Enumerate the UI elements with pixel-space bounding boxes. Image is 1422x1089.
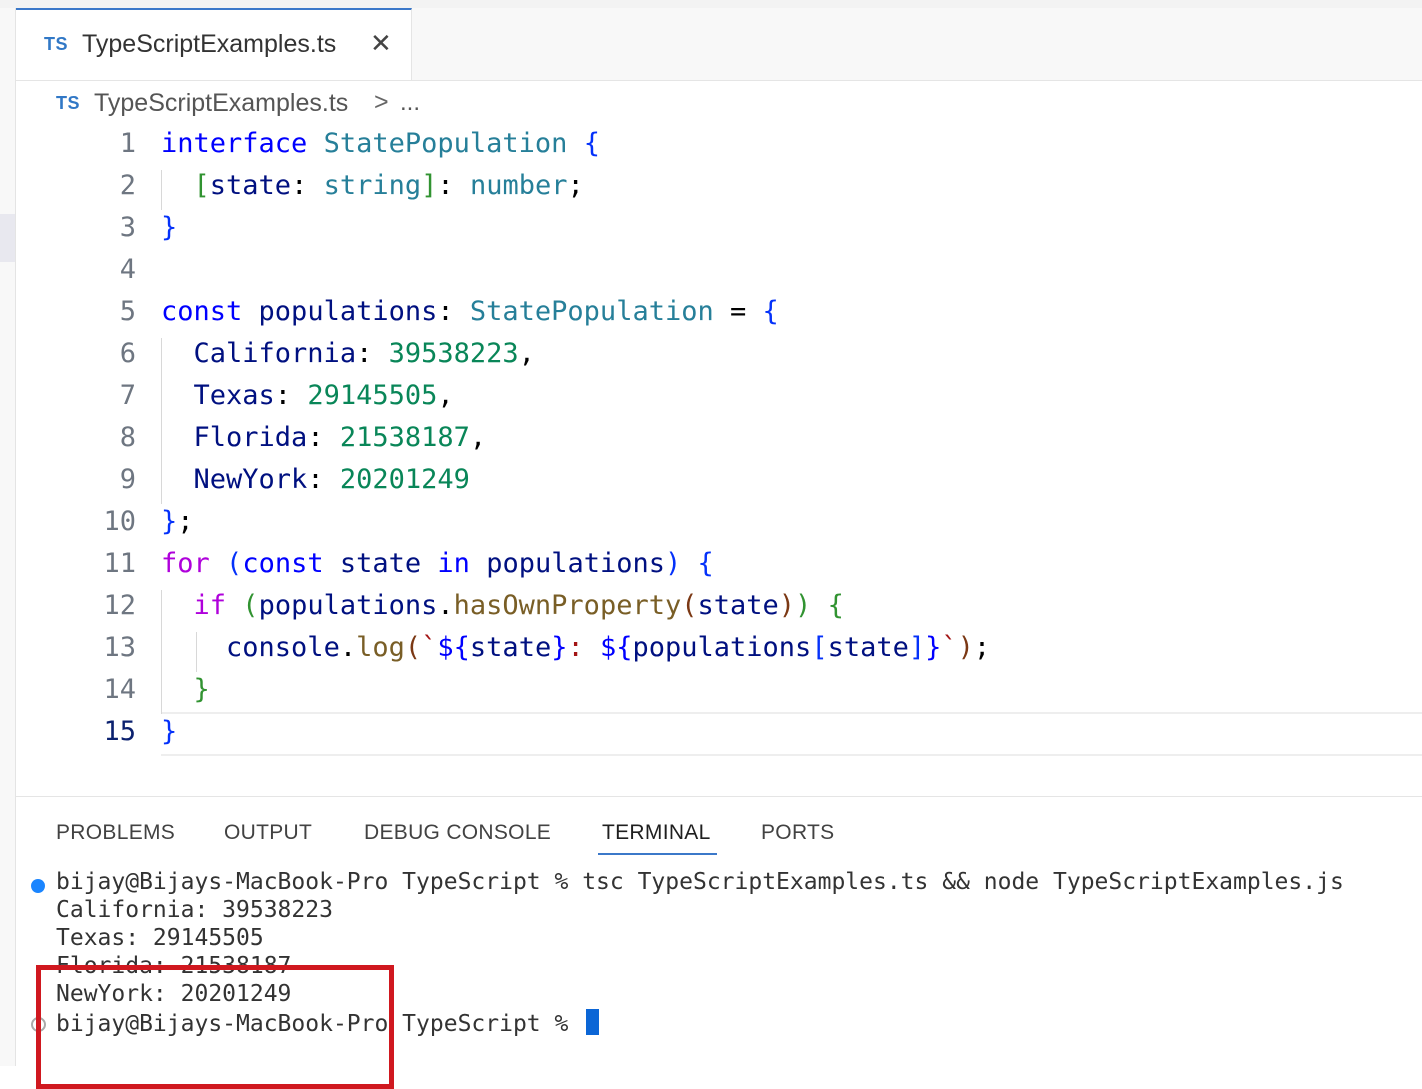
line-number: 9	[119, 464, 136, 495]
code-editor[interactable]: 1 interface StatePopulation { 2 [state: …	[16, 124, 1422, 764]
line-number: 8	[119, 422, 136, 453]
line-number: 4	[119, 254, 136, 285]
bottom-panel: PROBLEMS OUTPUT DEBUG CONSOLE TERMINAL P…	[16, 796, 1422, 1089]
typescript-file-icon: TS	[44, 34, 69, 54]
code-text: Texas: 29145505,	[193, 380, 454, 411]
code-text: NewYork: 20201249	[193, 464, 470, 495]
active-tab-indicator	[598, 853, 717, 855]
line-number: 7	[119, 380, 136, 411]
tab-typescriptexamples[interactable]: TS TypeScriptExamples.ts ✕	[16, 8, 412, 80]
tab-debug-console[interactable]: DEBUG CONSOLE	[364, 821, 551, 845]
line-number: 5	[119, 296, 136, 327]
line-number: 11	[103, 548, 136, 579]
code-line: 11 for (const state in populations) {	[16, 544, 1422, 586]
line-number: 12	[103, 590, 136, 621]
terminal-cursor	[586, 1009, 600, 1035]
code-text: console.log(`${state}: ${populations[sta…	[226, 632, 991, 663]
code-line: 5 const populations: StatePopulation = {	[16, 292, 1422, 334]
code-line: 14 }	[16, 670, 1422, 712]
code-line: 3 }	[16, 208, 1422, 250]
line-number: 6	[119, 338, 136, 369]
code-text: }	[193, 674, 210, 705]
line-number: 1	[119, 128, 136, 159]
tab-ports[interactable]: PORTS	[761, 821, 834, 845]
code-line: 4	[16, 250, 1422, 292]
chevron-right-icon: >	[374, 88, 389, 116]
code-text: [state: string]: number;	[193, 170, 584, 201]
tab-output[interactable]: OUTPUT	[224, 821, 312, 845]
tab-title: TypeScriptExamples.ts	[82, 30, 337, 58]
annotation-highlight-box	[36, 965, 394, 1089]
code-text: interface StatePopulation {	[161, 128, 600, 159]
line-number: 14	[103, 674, 136, 705]
gutter-marker	[0, 214, 15, 262]
code-text: if (populations.hasOwnProperty(state)) {	[193, 590, 844, 621]
code-line: 1 interface StatePopulation {	[16, 124, 1422, 166]
tab-terminal[interactable]: TERMINAL	[602, 821, 711, 845]
line-number: 15	[103, 716, 136, 747]
code-text: California: 39538223,	[193, 338, 535, 369]
code-line: 10 };	[16, 502, 1422, 544]
code-text: const populations: StatePopulation = {	[161, 296, 779, 327]
line-number: 2	[119, 170, 136, 201]
code-line: 6 California: 39538223,	[16, 334, 1422, 376]
command-success-dot-icon	[31, 879, 45, 893]
breadcrumb-file[interactable]: TypeScriptExamples.ts	[94, 89, 348, 118]
terminal-output-line: Texas: 29145505	[56, 925, 264, 951]
close-icon[interactable]: ✕	[370, 28, 392, 59]
terminal-command-line: bijay@Bijays-MacBook-Pro TypeScript % ts…	[56, 869, 1344, 895]
typescript-file-icon: TS	[56, 93, 81, 113]
tab-problems[interactable]: PROBLEMS	[56, 821, 175, 845]
code-line: 8 Florida: 21538187,	[16, 418, 1422, 460]
code-text: };	[161, 506, 194, 537]
activity-gutter	[0, 8, 16, 1066]
editor-tab-bar: TS TypeScriptExamples.ts ✕	[16, 8, 1422, 81]
code-line: 7 Texas: 29145505,	[16, 376, 1422, 418]
code-line: 9 NewYork: 20201249	[16, 460, 1422, 502]
code-text: for (const state in populations) {	[161, 548, 714, 579]
terminal-output[interactable]: bijay@Bijays-MacBook-Pro TypeScript % ts…	[16, 869, 1422, 1089]
code-text: Florida: 21538187,	[193, 422, 487, 453]
code-line: 12 if (populations.hasOwnProperty(state)…	[16, 586, 1422, 628]
line-number: 10	[103, 506, 136, 537]
code-text: }	[161, 716, 178, 747]
code-text: }	[161, 212, 178, 243]
breadcrumb-symbols[interactable]: ...	[400, 89, 420, 117]
code-line: 13 console.log(`${state}: ${populations[…	[16, 628, 1422, 670]
code-line: 2 [state: string]: number;	[16, 166, 1422, 208]
line-number: 13	[103, 632, 136, 663]
line-number: 3	[119, 212, 136, 243]
terminal-output-line: California: 39538223	[56, 897, 333, 923]
code-line: 15 }	[16, 712, 1422, 754]
